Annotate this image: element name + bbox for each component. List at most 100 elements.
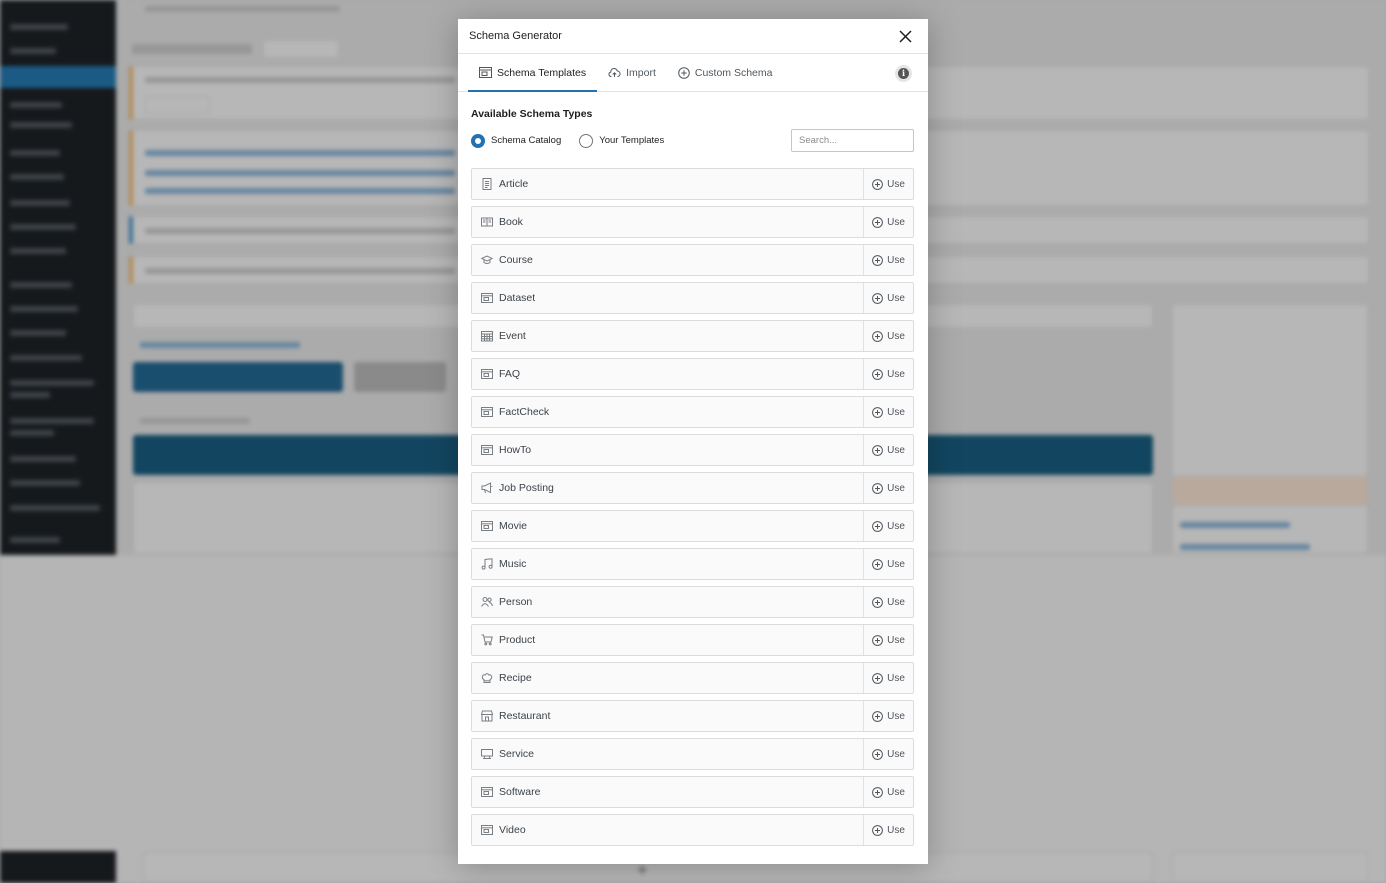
schema-type-item: Event Use	[471, 320, 914, 352]
plus-circle-icon	[872, 596, 883, 608]
schema-type-item: FAQ Use	[471, 358, 914, 390]
use-button[interactable]: Use	[863, 587, 913, 617]
service-icon	[481, 748, 493, 760]
info-icon: i	[898, 68, 909, 79]
chef-hat-icon	[481, 672, 493, 684]
template-icon	[481, 292, 493, 304]
store-icon	[481, 710, 493, 722]
use-button[interactable]: Use	[863, 739, 913, 769]
cart-icon	[481, 634, 493, 646]
cloud-upload-icon	[608, 67, 621, 77]
tab-bar: Schema Templates Import Custom Schema i	[458, 54, 928, 92]
plus-circle-icon	[872, 330, 883, 342]
plus-circle-icon	[872, 216, 883, 228]
info-button[interactable]: i	[895, 65, 912, 82]
use-button[interactable]: Use	[863, 359, 913, 389]
admin-sidebar	[0, 0, 116, 555]
schema-type-list: Article Use Book Use Course Use Dataset Use Even…	[471, 168, 914, 846]
tab-label: Custom Schema	[694, 66, 773, 79]
use-label: Use	[887, 292, 905, 304]
modal-header: Schema Generator	[458, 19, 928, 54]
megaphone-icon	[481, 482, 493, 494]
schema-type-label: Dataset	[499, 292, 536, 304]
filter-controls: Schema Catalog Your Templates	[471, 129, 914, 152]
tab-custom-schema[interactable]: Custom Schema	[667, 54, 784, 91]
document-icon	[481, 178, 493, 190]
use-button[interactable]: Use	[863, 549, 913, 579]
tab-import[interactable]: Import	[597, 54, 667, 91]
tab-label: Schema Templates	[497, 66, 587, 79]
admin-footer-bar	[0, 851, 116, 883]
use-label: Use	[887, 216, 905, 228]
radio-your-templates[interactable]: Your Templates	[579, 133, 665, 148]
use-button[interactable]: Use	[863, 777, 913, 807]
schema-type-label: Movie	[499, 520, 528, 532]
schema-type-item: Recipe Use	[471, 662, 914, 694]
graduation-cap-icon	[481, 254, 493, 266]
use-label: Use	[887, 254, 905, 266]
use-button[interactable]: Use	[863, 321, 913, 351]
use-button[interactable]: Use	[863, 169, 913, 199]
section-title: Available Schema Types	[471, 108, 593, 120]
schema-type-label: Restaurant	[499, 710, 551, 722]
modal-title: Schema Generator	[469, 30, 562, 42]
modal-body: Available Schema Types Schema Catalog Yo…	[458, 92, 928, 846]
radio-indicator	[579, 133, 594, 148]
schema-type-label: Book	[499, 216, 523, 228]
people-icon	[481, 596, 493, 608]
schema-type-label: Software	[499, 786, 541, 798]
radio-indicator	[471, 133, 485, 148]
schema-type-item: Person Use	[471, 586, 914, 618]
use-label: Use	[887, 748, 905, 760]
radio-label: Your Templates	[599, 135, 665, 146]
use-label: Use	[887, 482, 905, 494]
use-button[interactable]: Use	[863, 435, 913, 465]
use-button[interactable]: Use	[863, 397, 913, 427]
schema-type-item: Service Use	[471, 738, 914, 770]
use-button[interactable]: Use	[863, 815, 913, 845]
use-button[interactable]: Use	[863, 663, 913, 693]
schema-type-label: Music	[499, 558, 527, 570]
use-label: Use	[887, 406, 905, 418]
schema-type-label: Recipe	[499, 672, 532, 684]
use-button[interactable]: Use	[863, 283, 913, 313]
schema-type-item: Music Use	[471, 548, 914, 580]
tab-schema-templates[interactable]: Schema Templates	[468, 54, 598, 92]
use-button[interactable]: Use	[863, 207, 913, 237]
plus-circle-icon	[872, 254, 883, 266]
template-icon	[481, 444, 493, 456]
use-label: Use	[887, 710, 905, 722]
use-label: Use	[887, 596, 905, 608]
use-label: Use	[887, 368, 905, 380]
schema-type-item: Product Use	[471, 624, 914, 656]
use-button[interactable]: Use	[863, 701, 913, 731]
music-note-icon	[481, 558, 493, 570]
use-button[interactable]: Use	[863, 245, 913, 275]
plus-circle-icon	[872, 748, 883, 760]
template-icon	[479, 67, 492, 78]
use-button[interactable]: Use	[863, 625, 913, 655]
plus-circle-icon	[872, 444, 883, 456]
search-input[interactable]	[791, 129, 914, 152]
plus-circle-icon	[872, 292, 883, 304]
use-label: Use	[887, 786, 905, 798]
template-icon	[481, 786, 493, 798]
plus-circle-icon	[678, 66, 690, 79]
plus-circle-icon	[872, 406, 883, 418]
plus-circle-icon	[872, 368, 883, 380]
close-button[interactable]	[893, 24, 917, 48]
schema-type-label: Service	[499, 748, 535, 760]
schema-type-label: Product	[499, 634, 536, 646]
plus-circle-icon	[872, 178, 883, 190]
close-icon	[898, 29, 912, 43]
use-button[interactable]: Use	[863, 511, 913, 541]
plus-circle-icon	[872, 634, 883, 646]
schema-type-label: FactCheck	[499, 406, 550, 418]
use-button[interactable]: Use	[863, 473, 913, 503]
use-label: Use	[887, 444, 905, 456]
schema-type-item: Restaurant Use	[471, 700, 914, 732]
template-icon	[481, 824, 493, 836]
use-label: Use	[887, 824, 905, 836]
radio-schema-catalog[interactable]: Schema Catalog	[471, 133, 561, 148]
calendar-icon	[481, 330, 493, 342]
